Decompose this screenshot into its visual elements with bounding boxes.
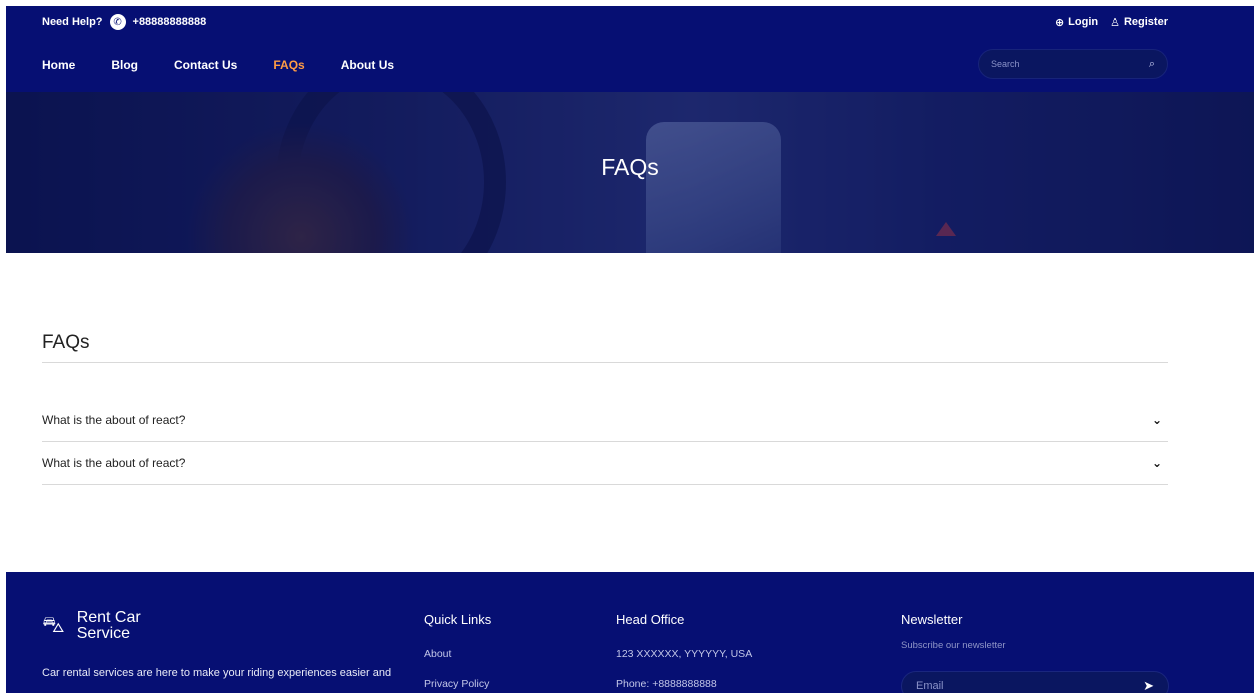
faq-question: What is the about of react? xyxy=(42,456,186,470)
hero-banner: FAQs xyxy=(6,92,1254,253)
page: Need Help? ✆ +88888888888 ⊕ Login ♙ Regi… xyxy=(6,6,1254,693)
login-link[interactable]: ⊕ Login xyxy=(1055,16,1098,29)
footer-about-text: Car rental services are here to make you… xyxy=(42,667,392,679)
help-label: Need Help? xyxy=(42,16,103,28)
head-office: Head Office 123 XXXXXX, YYYYYY, USA Phon… xyxy=(616,612,752,693)
newsletter-subtitle: Subscribe our newsletter xyxy=(901,640,1006,651)
faq-question: What is the about of react? xyxy=(42,413,186,427)
car-icon: ⛍ xyxy=(42,612,65,637)
faq-list: What is the about of react? ⌄ What is th… xyxy=(42,399,1168,485)
login-label: Login xyxy=(1068,16,1099,28)
help-contact: Need Help? ✆ +88888888888 xyxy=(42,14,206,30)
register-label: Register xyxy=(1123,16,1168,28)
site-footer: ⛍ Rent Car Service Car rental services a… xyxy=(6,572,1254,693)
faq-item[interactable]: What is the about of react? ⌄ xyxy=(42,399,1168,442)
search-box: ⌕ xyxy=(978,49,1168,79)
brand-name: Rent Car Service xyxy=(76,609,141,642)
hero-title: FAQs xyxy=(601,154,659,180)
login-icon: ⊕ xyxy=(1054,16,1065,29)
chevron-down-icon[interactable]: ⌄ xyxy=(1152,413,1168,427)
help-phone[interactable]: +88888888888 xyxy=(133,16,207,28)
head-office-title: Head Office xyxy=(616,612,685,627)
faq-item[interactable]: What is the about of react? ⌄ xyxy=(42,442,1168,485)
search-icon[interactable]: ⌕ xyxy=(1149,58,1155,71)
office-phone: Phone: +8888888888 xyxy=(616,678,717,690)
register-link[interactable]: ♙ Register xyxy=(1110,16,1168,29)
nav-item-faqs[interactable]: FAQs xyxy=(273,58,304,72)
phone-icon: ✆ xyxy=(109,14,126,30)
site-header: Need Help? ✆ +88888888888 ⊕ Login ♙ Regi… xyxy=(6,6,1254,92)
top-bar: Need Help? ✆ +88888888888 ⊕ Login ♙ Regi… xyxy=(42,14,1168,30)
quick-links-title: Quick Links xyxy=(424,612,492,627)
footer-brand: ⛍ Rent Car Service xyxy=(42,610,167,642)
email-input[interactable] xyxy=(916,680,1144,692)
quick-links: Quick Links About Privacy Policy xyxy=(424,612,491,693)
send-icon[interactable]: ➤ xyxy=(1143,678,1154,693)
newsletter-form: ➤ xyxy=(901,671,1169,693)
footer-link-about[interactable]: About xyxy=(424,648,491,678)
footer-link-privacy-policy[interactable]: Privacy Policy xyxy=(424,678,491,693)
auth-links: ⊕ Login ♙ Register xyxy=(1055,16,1168,29)
nav-item-about-us[interactable]: About Us xyxy=(341,58,394,72)
nav-item-blog[interactable]: Blog xyxy=(111,58,138,72)
main-nav: Home Blog Contact Us FAQs About Us xyxy=(42,58,394,72)
section-title: FAQs xyxy=(42,332,1168,363)
chevron-down-icon[interactable]: ⌄ xyxy=(1152,456,1168,470)
nav-item-home[interactable]: Home xyxy=(42,58,75,72)
newsletter: Newsletter Subscribe our newsletter ➤ xyxy=(901,612,1169,693)
search-input[interactable] xyxy=(991,59,1149,69)
user-icon: ♙ xyxy=(1110,16,1120,29)
faq-section: FAQs What is the about of react? ⌄ What … xyxy=(42,332,1168,485)
office-address: 123 XXXXXX, YYYYYY, USA xyxy=(616,648,753,660)
nav-item-contact-us[interactable]: Contact Us xyxy=(174,58,237,72)
newsletter-title: Newsletter xyxy=(901,612,963,627)
